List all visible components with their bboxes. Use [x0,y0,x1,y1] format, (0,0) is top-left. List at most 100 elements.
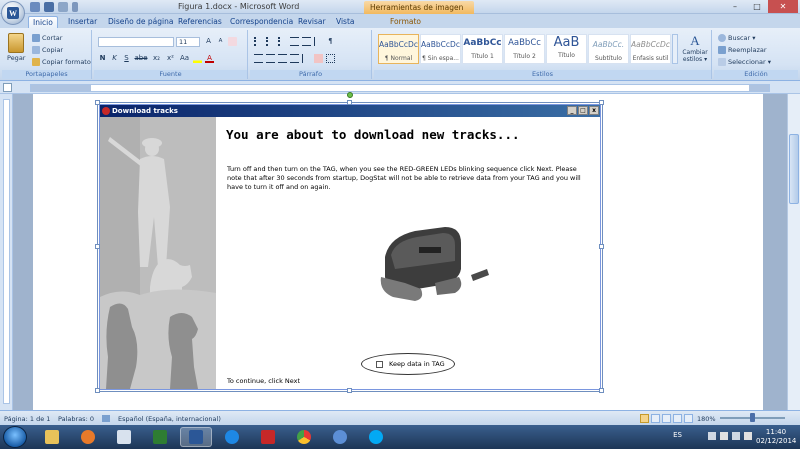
increase-indent-icon[interactable] [302,37,311,46]
taskbar-acrobat[interactable] [252,427,284,447]
tab-referencias[interactable]: Referencias [174,16,226,28]
change-styles-button[interactable]: A Cambiar estilos ▾ [680,33,710,63]
tab-revisar[interactable]: Revisar [294,16,330,28]
rotate-handle[interactable] [347,92,353,98]
keep-data-checkbox-group[interactable]: Keep data in TAG [361,353,455,375]
resize-handle-ne[interactable] [599,100,604,105]
draft-icon[interactable] [684,414,693,423]
keep-data-checkbox[interactable] [376,360,383,368]
taskbar-chrome[interactable] [288,427,320,447]
paste-icon[interactable] [8,33,24,53]
tab-inicio[interactable]: Inicio [28,16,58,28]
network-icon[interactable] [732,432,740,440]
italic-button[interactable]: K [110,54,119,63]
clock[interactable]: 11:40 02/12/2014 [756,428,796,446]
ruler-bar[interactable] [30,84,770,92]
resize-handle-se[interactable] [599,388,604,393]
multilevel-list-icon[interactable] [278,37,287,46]
shrink-font-button[interactable]: A [216,37,225,46]
justify-icon[interactable] [290,54,299,63]
styles-scroll[interactable] [672,34,678,64]
style-subtitulo[interactable]: AaBbCc. Subtítulo [588,34,629,64]
taskbar-skype[interactable] [360,427,392,447]
word-count[interactable]: Palabras: 0 [58,415,94,423]
style-sin-espaciado[interactable]: AaBbCcDc ¶ Sin espa... [420,34,461,64]
find-button[interactable]: Buscar ▾ [718,34,756,42]
print-layout-icon[interactable] [640,414,649,423]
align-left-icon[interactable] [254,54,263,63]
paste-button[interactable]: Pegar [7,54,25,62]
underline-button[interactable]: S [122,54,131,63]
strike-button[interactable]: abe [134,54,148,63]
align-right-icon[interactable] [278,54,287,63]
taskbar-media-player[interactable] [72,427,104,447]
full-screen-icon[interactable] [651,414,660,423]
undo-icon[interactable] [44,2,54,12]
style-normal[interactable]: AaBbCcDc ¶ Normal [378,34,419,64]
taskbar-ie[interactable] [216,427,248,447]
highlight-icon[interactable] [193,54,202,63]
line-spacing-icon[interactable] [302,54,311,63]
bullets-icon[interactable] [254,37,263,46]
resize-handle-s[interactable] [347,388,352,393]
subscript-button[interactable]: x₂ [151,54,162,63]
start-button[interactable] [3,426,27,448]
resize-handle-n[interactable] [347,100,352,105]
numbering-icon[interactable] [266,37,275,46]
customize-qat-icon[interactable] [72,2,78,12]
style-enfasis-sutil[interactable]: AaBbCcDc Énfasis sutil [630,34,671,64]
minimize-button[interactable]: – [724,0,746,13]
font-color-button[interactable]: A [205,54,214,63]
outline-icon[interactable] [673,414,682,423]
style-titulo-1[interactable]: AaBbCc Título 1 [462,34,503,64]
resize-handle-e[interactable] [599,244,604,249]
input-language[interactable]: ES [673,431,682,439]
font-name-combo[interactable] [98,37,174,47]
close-button[interactable]: ✕ [768,0,798,13]
pilcrow-icon[interactable]: ¶ [326,37,335,46]
resize-handle-sw[interactable] [95,388,100,393]
embedded-dialog-image[interactable]: Download tracks _ □ x You are about to d… [99,104,601,390]
bold-button[interactable]: N [98,54,107,63]
resize-handle-w[interactable] [95,244,100,249]
tab-insertar[interactable]: Insertar [64,16,101,28]
style-titulo[interactable]: AaB Título [546,34,587,64]
taskbar-thunderbird[interactable] [324,427,356,447]
office-button[interactable]: W [1,1,25,25]
tab-selector-icon[interactable] [3,83,12,92]
proofing-icon[interactable] [102,415,110,422]
format-painter-button[interactable]: Copiar formato [32,58,91,66]
redo-icon[interactable] [58,2,68,12]
taskbar-word[interactable] [180,427,212,447]
tab-formato[interactable]: Formato [386,16,425,28]
zoom-slider-knob[interactable] [750,413,755,422]
zoom-level[interactable]: 180% [697,415,716,423]
shading-icon[interactable] [314,54,323,63]
sort-icon[interactable] [314,37,323,46]
clear-format-icon[interactable] [228,37,237,46]
borders-icon[interactable] [326,54,335,63]
taskbar-excel[interactable] [144,427,176,447]
taskbar-documents[interactable] [108,427,140,447]
tray-up-icon[interactable] [708,432,716,440]
change-case-button[interactable]: Aa [179,54,190,63]
taskbar-explorer[interactable] [36,427,68,447]
volume-icon[interactable] [744,432,752,440]
scrollbar-thumb[interactable] [789,134,799,204]
tab-correspondencia[interactable]: Correspondencia [226,16,297,28]
decrease-indent-icon[interactable] [290,37,299,46]
superscript-button[interactable]: x² [165,54,176,63]
tab-diseno-pagina[interactable]: Diseño de página [104,16,177,28]
language-indicator[interactable]: Español (España, internacional) [118,415,221,423]
resize-handle-nw[interactable] [95,100,100,105]
copy-button[interactable]: Copiar [32,46,63,54]
replace-button[interactable]: Reemplazar [718,46,767,54]
page-count[interactable]: Página: 1 de 1 [4,415,50,423]
flag-icon[interactable] [720,432,728,440]
grow-font-button[interactable]: A [204,37,213,46]
align-center-icon[interactable] [266,54,275,63]
cut-button[interactable]: Cortar [32,34,62,42]
maximize-button[interactable]: □ [746,0,768,13]
web-layout-icon[interactable] [662,414,671,423]
vertical-scrollbar[interactable] [787,94,800,410]
